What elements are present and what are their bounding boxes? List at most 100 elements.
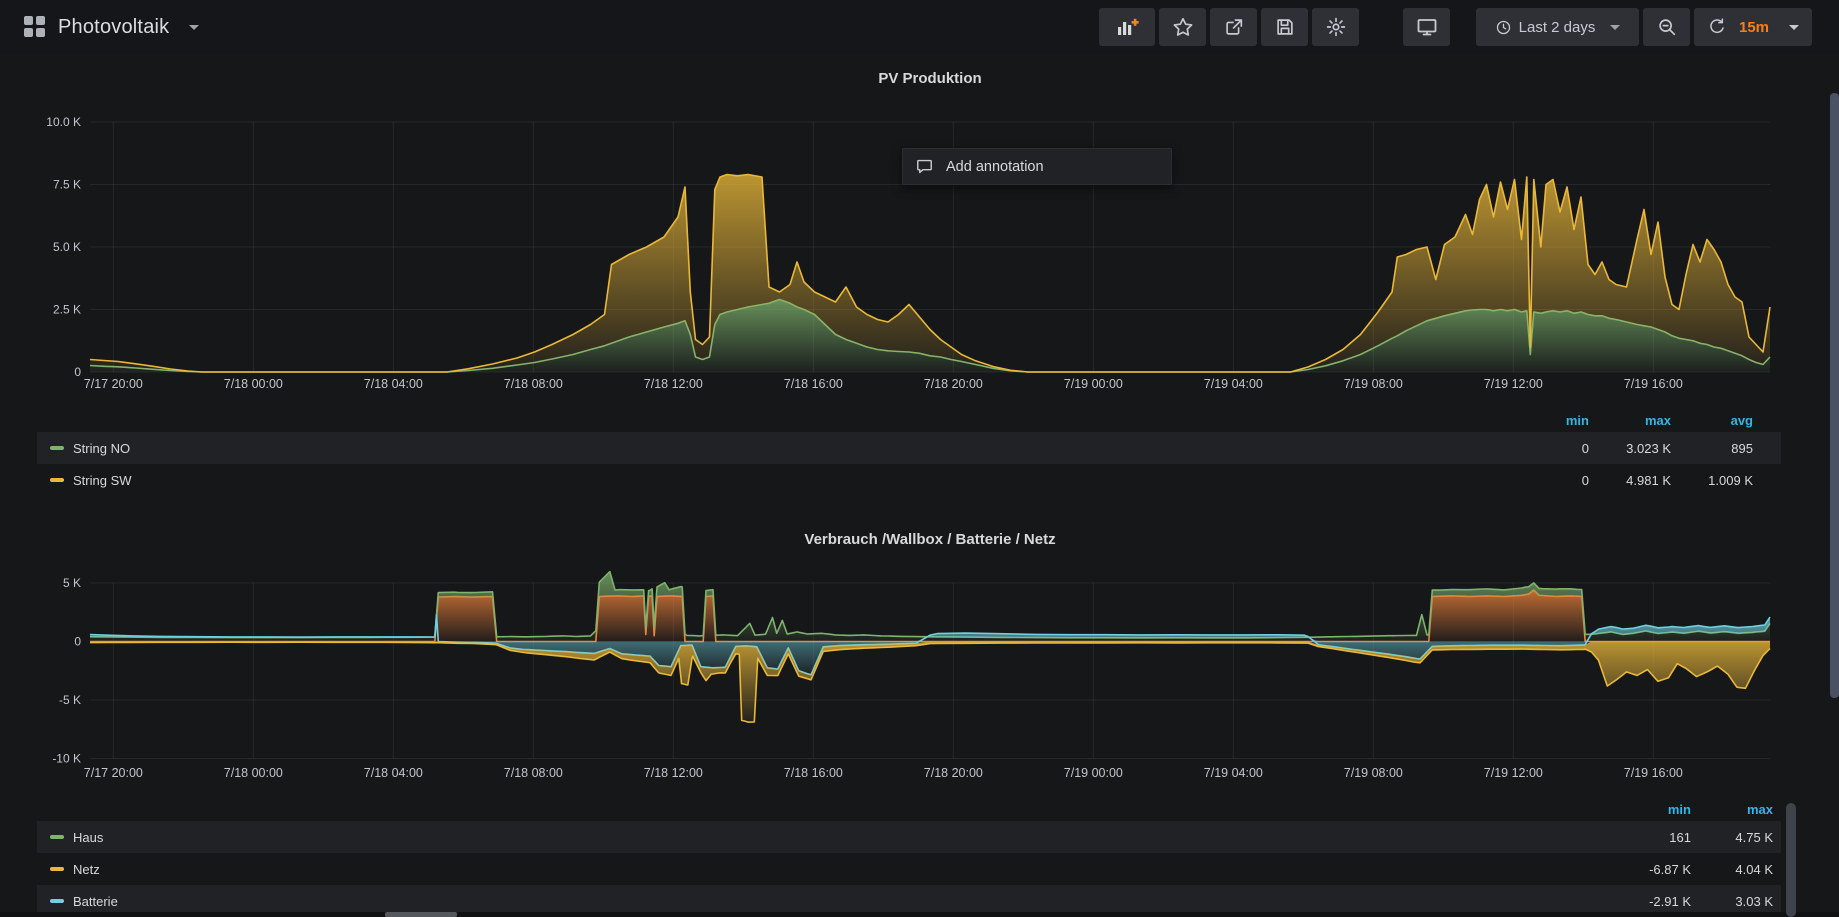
- save-icon: [1274, 16, 1296, 38]
- monitor-icon: [1415, 15, 1439, 39]
- series-toggle[interactable]: Haus: [37, 830, 103, 845]
- value-min: -6.87 K: [1609, 862, 1691, 877]
- panel-title-pv-produktion[interactable]: PV Produktion: [90, 70, 1770, 87]
- star-icon: [1172, 16, 1194, 38]
- series-label: String SW: [73, 473, 132, 488]
- legend-row-netz[interactable]: Netz -6.87 K 4.04 K: [37, 853, 1781, 885]
- legend-header-min[interactable]: min: [1609, 802, 1691, 817]
- svg-text:7.5 K: 7.5 K: [53, 178, 81, 192]
- svg-text:7/18 00:00: 7/18 00:00: [224, 377, 283, 391]
- share-button[interactable]: [1210, 8, 1257, 46]
- svg-text:7/18 12:00: 7/18 12:00: [644, 377, 703, 391]
- chevron-down-icon: [1610, 25, 1620, 30]
- top-navbar: Photovoltaik: [0, 0, 1839, 54]
- settings-button[interactable]: [1312, 8, 1359, 46]
- series-toggle[interactable]: String NO: [37, 441, 130, 456]
- svg-text:10.0 K: 10.0 K: [46, 115, 81, 129]
- star-button[interactable]: [1159, 8, 1206, 46]
- svg-text:2.5 K: 2.5 K: [53, 303, 81, 317]
- legend-header-row: min max: [37, 797, 1781, 821]
- gear-icon: [1325, 16, 1347, 38]
- chevron-down-icon: [189, 25, 199, 30]
- value-min: 0: [1507, 473, 1589, 488]
- svg-text:7/18 12:00: 7/18 12:00: [644, 766, 703, 780]
- svg-text:7/18 20:00: 7/18 20:00: [924, 377, 983, 391]
- refresh-icon: [1707, 17, 1727, 37]
- svg-text:7/19 08:00: 7/19 08:00: [1344, 377, 1403, 391]
- legend-row-string-no[interactable]: String NO 0 3.023 K 895: [37, 432, 1781, 464]
- series-line-Netz: [90, 642, 1770, 722]
- svg-text:7/18 04:00: 7/18 04:00: [364, 377, 423, 391]
- time-range-picker[interactable]: Last 2 days: [1476, 8, 1639, 46]
- page-scrollbar[interactable]: [1830, 93, 1839, 698]
- series-swatch: [50, 835, 64, 839]
- value-max: 4.04 K: [1691, 862, 1773, 877]
- svg-text:-10 K: -10 K: [52, 752, 81, 766]
- legend-scrollbar[interactable]: [1786, 803, 1796, 917]
- refresh-group[interactable]: 15m: [1694, 8, 1812, 46]
- legend-header-row: min max avg: [37, 408, 1781, 432]
- series-swatch: [50, 899, 64, 903]
- svg-text:0: 0: [74, 635, 81, 649]
- svg-text:7/18 16:00: 7/18 16:00: [784, 766, 843, 780]
- legend-row-string-sw[interactable]: String SW 0 4.981 K 1.009 K: [37, 464, 1781, 496]
- save-button[interactable]: [1261, 8, 1308, 46]
- dashboard-picker[interactable]: Photovoltaik: [24, 16, 199, 39]
- svg-text:7/18 00:00: 7/18 00:00: [224, 766, 283, 780]
- svg-text:-5 K: -5 K: [59, 693, 81, 707]
- series-toggle[interactable]: Batterie: [37, 894, 118, 909]
- svg-text:7/18 20:00: 7/18 20:00: [924, 766, 983, 780]
- zoom-out-button[interactable]: [1643, 8, 1690, 46]
- svg-text:5 K: 5 K: [63, 576, 81, 590]
- bar-chart-plus-icon: [1115, 15, 1139, 39]
- value-avg: 1.009 K: [1671, 473, 1753, 488]
- legend-row-haus[interactable]: Haus 161 4.75 K: [37, 821, 1781, 853]
- panel-title-verbrauch[interactable]: Verbrauch /Wallbox / Batterie / Netz: [90, 531, 1770, 548]
- comment-bubble-icon: [915, 157, 934, 176]
- legend-header-min[interactable]: min: [1507, 413, 1589, 428]
- svg-text:7/17 20:00: 7/17 20:00: [84, 766, 143, 780]
- svg-text:7/17 20:00: 7/17 20:00: [84, 377, 143, 391]
- tv-cycle-button[interactable]: [1403, 8, 1450, 46]
- verbrauch-legend: min max Haus 161 4.75 K Netz -6.87 K 4.0…: [37, 797, 1781, 917]
- add-annotation-label: Add annotation: [946, 159, 1044, 175]
- value-min: -2.91 K: [1609, 894, 1691, 909]
- horizontal-scrollbar-thumb[interactable]: [385, 912, 457, 917]
- value-avg: 895: [1671, 441, 1753, 456]
- add-panel-button[interactable]: [1099, 8, 1155, 46]
- svg-text:7/18 08:00: 7/18 08:00: [504, 377, 563, 391]
- legend-header-avg[interactable]: avg: [1671, 413, 1753, 428]
- series-area-Wallbox: [90, 590, 1770, 642]
- refresh-interval-label[interactable]: 15m: [1739, 19, 1769, 36]
- svg-text:7/19 12:00: 7/19 12:00: [1484, 377, 1543, 391]
- svg-text:7/19 04:00: 7/19 04:00: [1204, 766, 1263, 780]
- svg-text:7/18 16:00: 7/18 16:00: [784, 377, 843, 391]
- value-max: 4.75 K: [1691, 830, 1773, 845]
- series-label: Haus: [73, 830, 103, 845]
- add-annotation-menu-item[interactable]: Add annotation: [902, 148, 1172, 185]
- dashboard-title[interactable]: Photovoltaik: [58, 16, 169, 39]
- value-min: 0: [1507, 441, 1589, 456]
- svg-text:7/19 16:00: 7/19 16:00: [1624, 766, 1683, 780]
- svg-text:7/19 12:00: 7/19 12:00: [1484, 766, 1543, 780]
- chevron-down-icon: [1789, 25, 1799, 30]
- dashboard-grid-icon: [24, 16, 46, 38]
- horizontal-scrollbar[interactable]: [0, 912, 1839, 917]
- legend-header-max[interactable]: max: [1691, 802, 1773, 817]
- value-min: 161: [1609, 830, 1691, 845]
- zoom-out-icon: [1656, 16, 1678, 38]
- svg-text:7/19 00:00: 7/19 00:00: [1064, 377, 1123, 391]
- value-max: 3.023 K: [1589, 441, 1671, 456]
- legend-header-max[interactable]: max: [1589, 413, 1671, 428]
- series-toggle[interactable]: Netz: [37, 862, 100, 877]
- svg-text:7/18 08:00: 7/18 08:00: [504, 766, 563, 780]
- series-toggle[interactable]: String SW: [37, 473, 132, 488]
- series-label: Batterie: [73, 894, 118, 909]
- pv-produktion-legend: min max avg String NO 0 3.023 K 895 Stri…: [37, 408, 1781, 496]
- verbrauch-chart[interactable]: 5 K 0 -5 K -10 K7/17 20:00 7/18 00:00 7/18 04…: [0, 570, 1839, 795]
- value-max: 3.03 K: [1691, 894, 1773, 909]
- svg-text:7/19 04:00: 7/19 04:00: [1204, 377, 1263, 391]
- svg-text:7/18 04:00: 7/18 04:00: [364, 766, 423, 780]
- svg-text:7/19 08:00: 7/19 08:00: [1344, 766, 1403, 780]
- series-label: String NO: [73, 441, 130, 456]
